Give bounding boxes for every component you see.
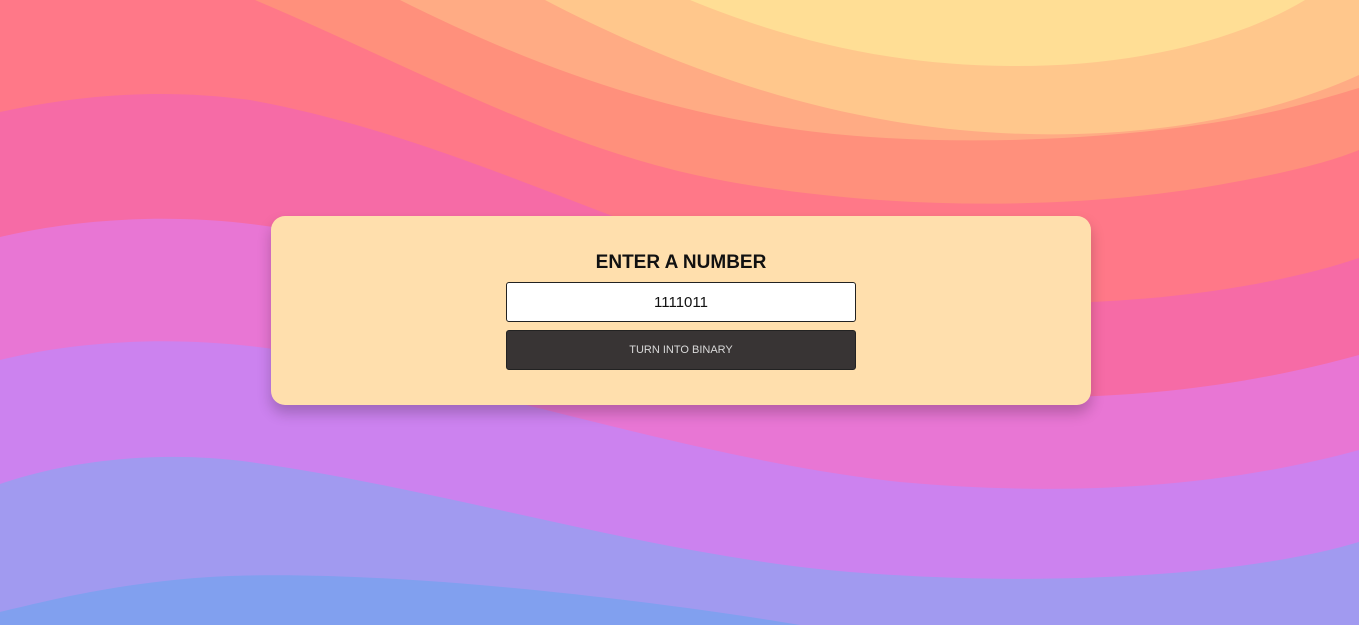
form-title: ENTER A NUMBER bbox=[595, 252, 767, 273]
number-input[interactable] bbox=[506, 282, 856, 322]
number-form-card: ENTER A NUMBER TURN INTO BINARY bbox=[271, 216, 1091, 405]
turn-into-binary-button[interactable]: TURN INTO BINARY bbox=[506, 330, 856, 370]
